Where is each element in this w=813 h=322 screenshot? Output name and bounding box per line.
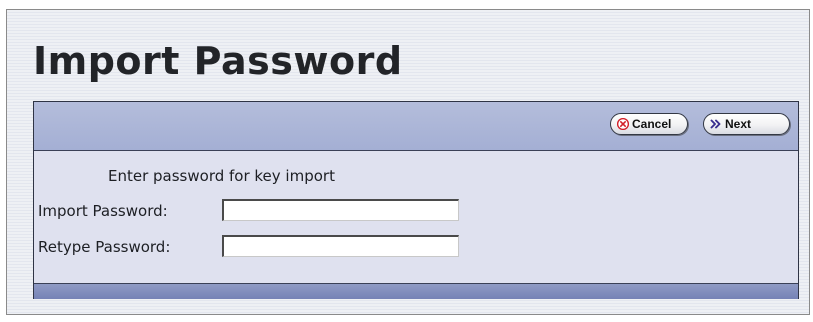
cancel-button[interactable]: Cancel xyxy=(610,113,688,135)
toolbar: Cancel Next xyxy=(34,102,798,151)
import-password-input[interactable] xyxy=(222,199,459,221)
form-content: Enter password for key import Import Pas… xyxy=(34,151,798,283)
next-button[interactable]: Next xyxy=(703,113,790,135)
panel-footer-bar xyxy=(34,283,798,299)
page-title: Import Password xyxy=(33,39,403,83)
cancel-button-label: Cancel xyxy=(632,117,672,131)
retype-password-label: Retype Password: xyxy=(38,238,171,256)
retype-password-input[interactable] xyxy=(222,235,459,257)
cancel-icon xyxy=(617,118,629,130)
import-password-label: Import Password: xyxy=(38,202,168,220)
double-chevron-right-icon xyxy=(710,119,721,129)
window-frame: Import Password Cancel Next Enter passwo… xyxy=(6,9,810,315)
next-button-label: Next xyxy=(725,117,752,131)
import-password-panel: Cancel Next Enter password for key impor… xyxy=(33,101,799,299)
instruction-text: Enter password for key import xyxy=(108,167,335,185)
